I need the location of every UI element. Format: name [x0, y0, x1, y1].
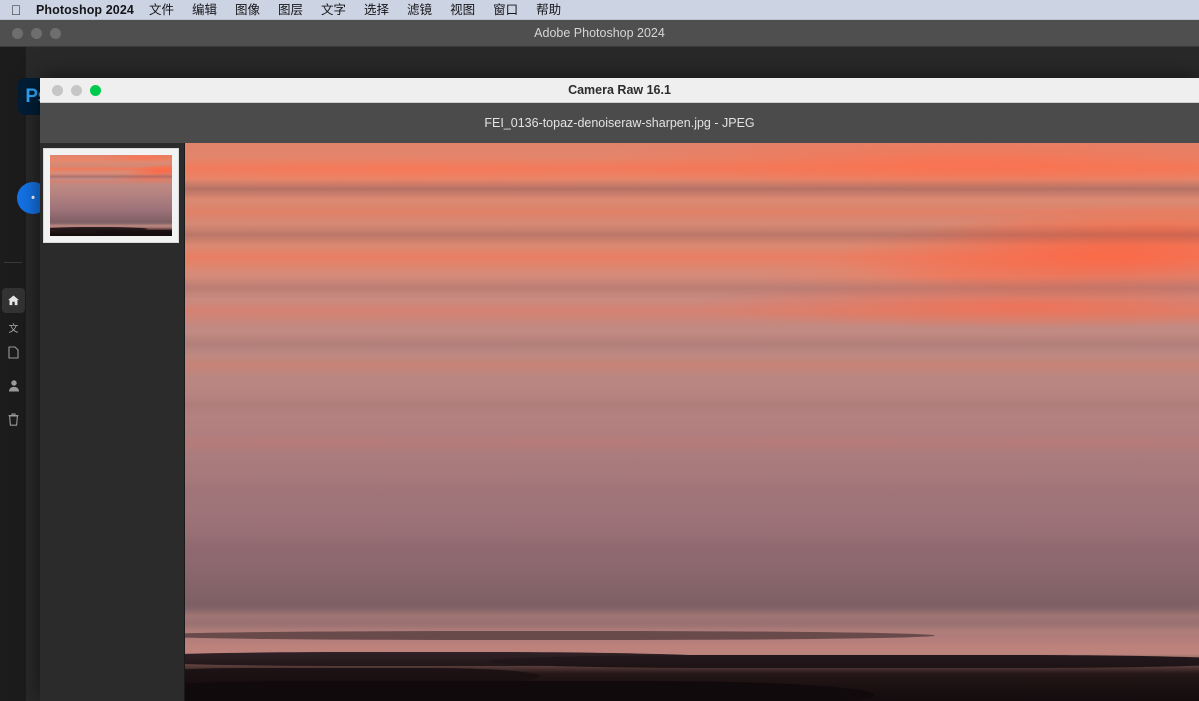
text-tool-icon: 文 — [8, 324, 19, 335]
cloud-streak — [185, 276, 1199, 300]
macos-menubar[interactable]:  Photoshop 2024 文件 编辑 图像 图层 文字 选择 滤镜 视图… — [0, 0, 1199, 20]
camera-raw-traffic-lights[interactable] — [52, 84, 101, 96]
cloud-streak — [185, 156, 1199, 183]
cloud-streak — [185, 179, 1199, 199]
trash-icon — [8, 413, 19, 426]
cloud-streak — [185, 332, 1199, 356]
menu-item-window[interactable]: 窗口 — [484, 0, 527, 20]
thumb-cloud-streak — [50, 166, 172, 172]
photoshop-traffic-lights[interactable] — [12, 27, 61, 39]
photoshop-titlebar[interactable]: Adobe Photoshop 2024 — [0, 20, 1199, 47]
photoshop-left-rail — [0, 47, 26, 701]
cloud-streak — [185, 299, 1199, 328]
sidebar-item-files[interactable] — [3, 342, 24, 363]
menubar-app-name[interactable]: Photoshop 2024 — [36, 3, 134, 17]
cloud-streak — [185, 355, 1199, 378]
cloud-streak — [185, 201, 1199, 224]
zoom-icon[interactable] — [90, 84, 101, 96]
menu-item-file[interactable]: 文件 — [140, 0, 183, 20]
menu-item-type[interactable]: 文字 — [312, 0, 355, 20]
menu-item-edit[interactable]: 编辑 — [183, 0, 226, 20]
cloud-streak — [185, 433, 1199, 456]
filename-label: FEI_0136-topaz-denoiseraw-sharpen.jpg - … — [484, 116, 755, 130]
menu-item-filter[interactable]: 滤镜 — [398, 0, 441, 20]
menu-item-help[interactable]: 帮助 — [527, 0, 570, 20]
camera-raw-titlebar[interactable]: Camera Raw 16.1 — [40, 78, 1199, 103]
sidebar-item-text[interactable]: 文 — [3, 317, 24, 338]
camera-raw-window-title: Camera Raw 16.1 — [568, 83, 671, 97]
camera-raw-content — [40, 143, 1199, 701]
cloud-streak — [185, 394, 1199, 417]
preview-image — [185, 143, 1199, 701]
sidebar-item-trash[interactable] — [3, 409, 24, 430]
water-highlight — [185, 608, 1199, 623]
camera-raw-filename-bar: FEI_0136-topaz-denoiseraw-sharpen.jpg - … — [40, 103, 1199, 143]
cloud-streak — [185, 223, 1199, 247]
apple-logo-icon[interactable]:  — [8, 0, 24, 20]
home-icon — [7, 294, 20, 307]
menu-item-select[interactable]: 选择 — [355, 0, 398, 20]
rail-divider — [4, 262, 22, 263]
zoom-icon[interactable] — [50, 27, 61, 39]
thumbnail-image — [50, 155, 172, 236]
thumb-cloud-streak — [50, 174, 172, 180]
close-icon[interactable] — [52, 84, 63, 96]
filmstrip-thumbnail[interactable] — [43, 148, 179, 243]
camera-raw-window[interactable]: Camera Raw 16.1 FEI_0136-topaz-denoisera… — [40, 78, 1199, 701]
sidebar-item-home[interactable] — [2, 288, 25, 313]
cloud-streak — [185, 477, 1199, 506]
menu-item-layer[interactable]: 图层 — [269, 0, 312, 20]
document-icon — [8, 346, 19, 359]
menu-item-image[interactable]: 图像 — [226, 0, 269, 20]
distant-mudflat — [185, 631, 936, 641]
minimize-icon[interactable] — [31, 27, 42, 39]
close-icon[interactable] — [12, 27, 23, 39]
cloud-streak — [185, 246, 1199, 272]
cloud-streak — [185, 533, 1199, 562]
menu-item-view[interactable]: 视图 — [441, 0, 484, 20]
person-icon — [8, 379, 20, 392]
sidebar-item-user[interactable] — [3, 375, 24, 396]
thumb-foreground — [50, 227, 172, 236]
filmstrip-panel[interactable] — [40, 143, 185, 701]
minimize-icon[interactable] — [71, 84, 82, 96]
foreground-grass — [185, 681, 875, 701]
thumb-cloud-streak — [50, 180, 172, 185]
image-preview-canvas[interactable] — [185, 143, 1199, 701]
photoshop-window-title: Adobe Photoshop 2024 — [534, 26, 665, 40]
